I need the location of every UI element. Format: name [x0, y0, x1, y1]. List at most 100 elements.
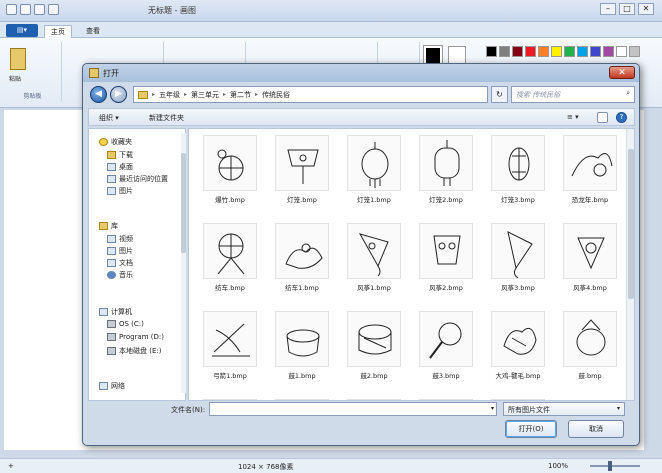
nav-drive-d[interactable]: Program (D:): [107, 333, 164, 341]
dialog-close-button[interactable]: ✕: [609, 66, 635, 79]
palette-color[interactable]: [551, 46, 562, 57]
search-icon[interactable]: ⌕: [626, 89, 630, 98]
file-item[interactable]: [487, 399, 549, 400]
open-button[interactable]: 打开(O): [505, 420, 557, 438]
close-window-button[interactable]: ✕: [638, 3, 654, 15]
back-button[interactable]: ◀: [90, 86, 107, 103]
nav-drive-c[interactable]: OS (C:): [107, 320, 144, 328]
breadcrumb-item[interactable]: 第二节: [230, 90, 251, 100]
preview-pane-icon[interactable]: [597, 112, 608, 123]
address-bar[interactable]: ▸ 五年级 ▸ 第三单元 ▸ 第二节 ▸ 传统民俗: [133, 86, 488, 103]
refresh-button[interactable]: ↻: [491, 86, 508, 103]
undo-icon[interactable]: [34, 4, 45, 15]
zoom-slider[interactable]: [590, 461, 640, 471]
view-options-icon[interactable]: ≡ ▾: [567, 113, 579, 121]
file-thumbnail: [491, 223, 545, 279]
drive-icon: [107, 347, 116, 355]
nav-desktop[interactable]: 桌面: [107, 162, 133, 172]
file-item[interactable]: [343, 399, 405, 400]
nav-libraries[interactable]: 库: [99, 221, 118, 231]
paste-icon[interactable]: [10, 48, 26, 70]
file-item[interactable]: 爆竹.bmp: [199, 135, 261, 215]
nav-scrollbar[interactable]: [181, 133, 186, 393]
file-name: 灯笼.bmp: [287, 196, 317, 204]
dialog-toolbar: 组织 ▾ 新建文件夹 ≡ ▾ ?: [88, 108, 635, 126]
file-name: 灯笼3.bmp: [501, 196, 535, 204]
file-menu-button[interactable]: ▤▾: [6, 24, 38, 37]
palette-color[interactable]: [499, 46, 510, 57]
nav-drive-e[interactable]: 本地磁盘 (E:): [107, 346, 161, 356]
paint-title-bar: 无标题 - 画图 – □ ✕: [0, 0, 662, 22]
file-item[interactable]: 大鸡-毽毛.bmp: [487, 311, 549, 391]
palette-color[interactable]: [486, 46, 497, 57]
paint-app-icon[interactable]: [6, 4, 17, 15]
file-name: 灯笼1.bmp: [357, 196, 391, 204]
file-thumbnail: [275, 399, 329, 400]
nav-documents[interactable]: 文档: [107, 258, 133, 268]
breadcrumb-item[interactable]: 五年级: [159, 90, 180, 100]
search-input[interactable]: 搜索 传统民俗 ⌕: [511, 86, 635, 103]
file-item[interactable]: 纺车.bmp: [199, 223, 261, 303]
file-item[interactable]: 弓箭1.bmp: [199, 311, 261, 391]
file-item[interactable]: 风筝2.bmp: [415, 223, 477, 303]
file-item[interactable]: 恐龙年.bmp: [559, 135, 621, 215]
nav-lib-pictures[interactable]: 图片: [107, 246, 133, 256]
file-item[interactable]: 纺车1.bmp: [271, 223, 333, 303]
file-item[interactable]: 风筝3.bmp: [487, 223, 549, 303]
paste-label: 粘贴: [9, 76, 22, 83]
filename-input[interactable]: ▾: [209, 402, 497, 416]
file-type-select[interactable]: 所有图片文件 ▾: [503, 402, 625, 416]
file-item[interactable]: 风筝4.bmp: [559, 223, 621, 303]
palette-color[interactable]: [629, 46, 640, 57]
nav-videos[interactable]: 视频: [107, 234, 133, 244]
palette-color[interactable]: [590, 46, 601, 57]
palette-color[interactable]: [616, 46, 627, 57]
breadcrumb-item[interactable]: 第三单元: [191, 90, 219, 100]
forward-button[interactable]: ▶: [110, 86, 127, 103]
file-thumbnail: [491, 135, 545, 191]
nav-pictures[interactable]: 图片: [107, 186, 133, 196]
cancel-button[interactable]: 取消: [568, 420, 624, 438]
nav-favorites[interactable]: 收藏夹: [99, 137, 132, 147]
nav-downloads[interactable]: 下载: [107, 150, 133, 160]
file-thumbnail: [275, 223, 329, 279]
file-item[interactable]: 灯笼.bmp: [271, 135, 333, 215]
nav-recent-places[interactable]: 最近访问的位置: [107, 174, 168, 184]
file-item[interactable]: [271, 399, 333, 400]
file-item[interactable]: 灯笼2.bmp: [415, 135, 477, 215]
help-icon[interactable]: ?: [616, 112, 627, 123]
file-item[interactable]: [415, 399, 477, 400]
redo-icon[interactable]: [48, 4, 59, 15]
file-item[interactable]: 风筝1.bmp: [343, 223, 405, 303]
file-item[interactable]: 鼓2.bmp: [343, 311, 405, 391]
nav-network[interactable]: 网络: [99, 381, 125, 391]
breadcrumb-item[interactable]: 传统民俗: [262, 90, 290, 100]
file-item[interactable]: 灯笼1.bmp: [343, 135, 405, 215]
chevron-down-icon[interactable]: ▾: [491, 405, 494, 412]
palette-color[interactable]: [525, 46, 536, 57]
file-item[interactable]: 鼓3.bmp: [415, 311, 477, 391]
file-name: 风筝3.bmp: [501, 284, 535, 292]
maximize-button[interactable]: □: [619, 3, 635, 15]
tab-home[interactable]: 主页: [44, 25, 72, 38]
palette-color[interactable]: [538, 46, 549, 57]
minimize-button[interactable]: –: [600, 3, 616, 15]
file-list-scrollbar[interactable]: [626, 129, 634, 400]
file-item[interactable]: 鼓.bmp: [559, 311, 621, 391]
palette-color[interactable]: [577, 46, 588, 57]
zoom-level: 100%: [548, 462, 569, 470]
palette-color[interactable]: [512, 46, 523, 57]
file-item[interactable]: [199, 399, 261, 400]
palette-color[interactable]: [564, 46, 575, 57]
palette-color[interactable]: [603, 46, 614, 57]
new-folder-button[interactable]: 新建文件夹: [149, 113, 184, 123]
save-icon[interactable]: [20, 4, 31, 15]
tab-view[interactable]: 查看: [80, 25, 106, 38]
nav-music[interactable]: 音乐: [107, 270, 133, 280]
file-item[interactable]: 灯笼3.bmp: [487, 135, 549, 215]
file-item[interactable]: 鼓1.bmp: [271, 311, 333, 391]
file-type-value: 所有图片文件: [508, 406, 550, 414]
nav-computer[interactable]: 计算机: [99, 307, 132, 317]
organize-button[interactable]: 组织 ▾: [99, 113, 119, 123]
file-thumbnail: [491, 399, 545, 400]
